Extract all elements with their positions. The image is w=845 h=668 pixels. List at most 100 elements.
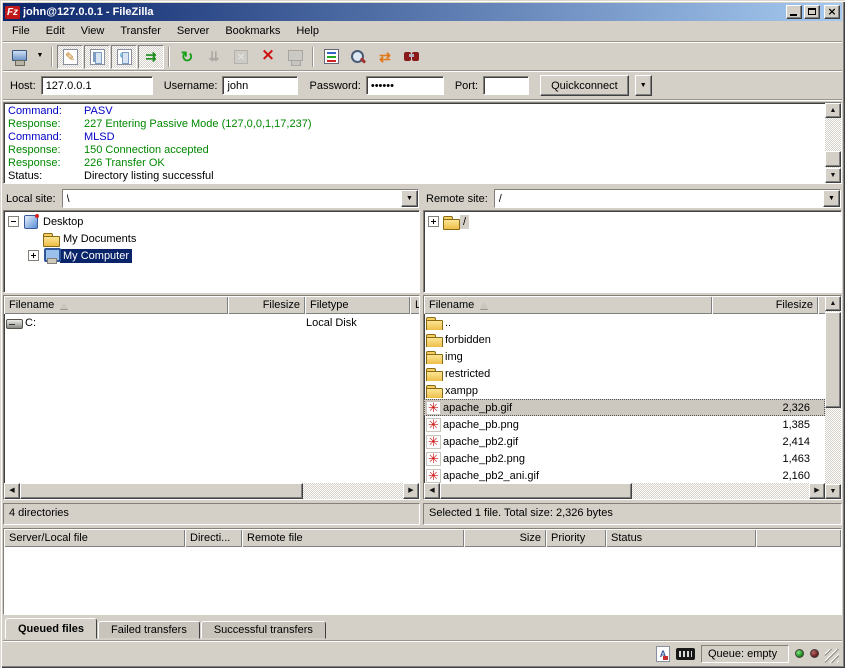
minimize-button[interactable] xyxy=(786,5,802,19)
maximize-button[interactable] xyxy=(804,5,820,19)
log-line-text: 227 Entering Passive Mode (127,0,0,1,17,… xyxy=(84,118,311,130)
file-row-apache-pb-png[interactable]: apache_pb.png1,385 xyxy=(424,416,825,433)
file-row-c[interactable]: C:Local Disk xyxy=(4,314,419,331)
menu-help[interactable]: Help xyxy=(288,22,327,40)
quickconnect-button[interactable]: Quickconnect xyxy=(540,75,629,96)
remote-site-panel: Remote site: ▼ / xyxy=(423,188,842,293)
scroll-up-button[interactable]: ▲ xyxy=(825,103,841,118)
expander-minus-icon[interactable] xyxy=(8,216,19,227)
log-line: Command:MLSD xyxy=(8,131,824,144)
scroll-track[interactable] xyxy=(20,483,403,499)
filesize-cell: 2,414 xyxy=(712,436,818,448)
scroll-down-button[interactable]: ▼ xyxy=(825,168,841,183)
file-row-img[interactable]: img xyxy=(424,348,825,365)
directory-filters-button[interactable] xyxy=(318,45,344,69)
local-site-label: Local site: xyxy=(6,193,56,205)
file-row-xampp[interactable]: xampp xyxy=(424,382,825,399)
remote-list-vscrollbar[interactable]: ▲ ▼ xyxy=(825,296,841,499)
scroll-left-button[interactable]: ◀ xyxy=(424,483,440,499)
menu-server[interactable]: Server xyxy=(169,22,217,40)
menu-transfer[interactable]: Transfer xyxy=(112,22,169,40)
scroll-track[interactable] xyxy=(825,118,841,168)
list-status-row: 4 directories Selected 1 file. Total siz… xyxy=(3,503,842,525)
column-header-size[interactable]: Size xyxy=(464,529,546,547)
column-header-filesize[interactable]: Filesize xyxy=(712,296,818,314)
message-log-scrollbar[interactable]: ▲ ▼ xyxy=(825,103,841,183)
column-header-remote-file[interactable]: Remote file xyxy=(242,529,464,547)
synchronized-browsing-button[interactable] xyxy=(372,45,398,69)
menu-bookmarks[interactable]: Bookmarks xyxy=(217,22,288,40)
file-name: restricted xyxy=(445,368,490,380)
scroll-thumb[interactable] xyxy=(825,312,841,408)
column-header-filename[interactable]: Filename xyxy=(4,296,228,314)
site-manager-button[interactable] xyxy=(6,45,32,69)
column-header-server-local-file[interactable]: Server/Local file xyxy=(4,529,185,547)
tab-successful-transfers[interactable]: Successful transfers xyxy=(201,621,326,639)
image-file-icon xyxy=(426,452,441,466)
file-row-item[interactable]: .. xyxy=(424,314,825,331)
file-row-apache-pb2-ani-gif[interactable]: apache_pb2_ani.gif2,160 xyxy=(424,467,825,483)
port-input[interactable] xyxy=(483,76,529,95)
resize-grip[interactable] xyxy=(825,649,839,663)
scroll-right-button[interactable]: ▶ xyxy=(809,483,825,499)
tree-item-item[interactable]: / xyxy=(426,213,841,230)
find-files-button[interactable] xyxy=(399,45,425,69)
menu-file[interactable]: File xyxy=(4,22,38,40)
tree-item-my-documents[interactable]: My Documents xyxy=(6,230,419,247)
menu-view[interactable]: View xyxy=(73,22,113,40)
toggle-local-tree-button[interactable] xyxy=(84,45,110,69)
toggle-remote-tree-button[interactable] xyxy=(111,45,137,69)
host-input[interactable] xyxy=(41,76,153,95)
scroll-track[interactable] xyxy=(825,311,841,484)
expander-plus-icon[interactable] xyxy=(28,250,39,261)
column-header-priority[interactable]: Priority xyxy=(546,529,606,547)
column-header-l[interactable]: L xyxy=(410,296,419,314)
local-list-hscrollbar[interactable]: ◀ ▶ xyxy=(4,483,419,499)
file-row-apache-pb2-png[interactable]: apache_pb2.png1,463 xyxy=(424,450,825,467)
file-row-restricted[interactable]: restricted xyxy=(424,365,825,382)
disconnect-button[interactable] xyxy=(255,45,281,69)
expander-plus-icon[interactable] xyxy=(428,216,439,227)
directory-comparison-button[interactable] xyxy=(345,45,371,69)
scroll-right-button[interactable]: ▶ xyxy=(403,483,419,499)
remote-list-hscrollbar[interactable]: ◀ ▶ xyxy=(424,483,825,499)
file-row-apache-pb-gif[interactable]: apache_pb.gif2,326 xyxy=(424,399,825,416)
scroll-thumb[interactable] xyxy=(20,483,303,499)
scroll-down-button[interactable]: ▼ xyxy=(825,484,841,499)
data-type-indicator-icon xyxy=(656,646,670,662)
remote-list-status: Selected 1 file. Total size: 2,326 bytes xyxy=(423,503,842,525)
column-header-label: Priority xyxy=(551,532,585,544)
tree-item-my-computer[interactable]: My Computer xyxy=(6,247,419,264)
scroll-track[interactable] xyxy=(440,483,809,499)
local-site-path-input[interactable] xyxy=(63,190,401,207)
password-input[interactable] xyxy=(366,76,444,95)
menu-edit[interactable]: Edit xyxy=(38,22,73,40)
close-button[interactable]: × xyxy=(824,5,840,19)
remote-site-dropdown-button[interactable]: ▼ xyxy=(823,190,840,207)
local-list-rows: C:Local Disk xyxy=(4,314,419,483)
scroll-left-button[interactable]: ◀ xyxy=(4,483,20,499)
scroll-thumb[interactable] xyxy=(440,483,632,499)
toggle-transfer-queue-button[interactable] xyxy=(138,45,164,69)
file-row-forbidden[interactable]: forbidden xyxy=(424,331,825,348)
column-header-directi[interactable]: Directi... xyxy=(185,529,242,547)
column-header-filename[interactable]: Filename xyxy=(424,296,712,314)
minimize-icon xyxy=(790,14,797,16)
scroll-thumb[interactable] xyxy=(825,151,841,167)
tab-failed-transfers[interactable]: Failed transfers xyxy=(98,621,200,639)
remote-site-path-input[interactable] xyxy=(495,190,823,207)
transfer-queue-body[interactable] xyxy=(4,547,841,614)
quickconnect-dropdown-button[interactable]: ▼ xyxy=(635,75,652,96)
column-header-filetype[interactable]: Filetype xyxy=(305,296,410,314)
scroll-up-button[interactable]: ▲ xyxy=(825,296,841,311)
file-row-apache-pb2-gif[interactable]: apache_pb2.gif2,414 xyxy=(424,433,825,450)
tab-queued-files[interactable]: Queued files xyxy=(5,618,97,639)
username-input[interactable] xyxy=(222,76,298,95)
toggle-message-log-button[interactable] xyxy=(57,45,83,69)
local-site-dropdown-button[interactable]: ▼ xyxy=(401,190,418,207)
refresh-button[interactable] xyxy=(174,45,200,69)
tree-item-desktop[interactable]: Desktop xyxy=(6,213,419,230)
column-header-status[interactable]: Status xyxy=(606,529,756,547)
column-header-filesize[interactable]: Filesize xyxy=(228,296,305,314)
site-manager-dropdown-button[interactable] xyxy=(33,45,47,69)
